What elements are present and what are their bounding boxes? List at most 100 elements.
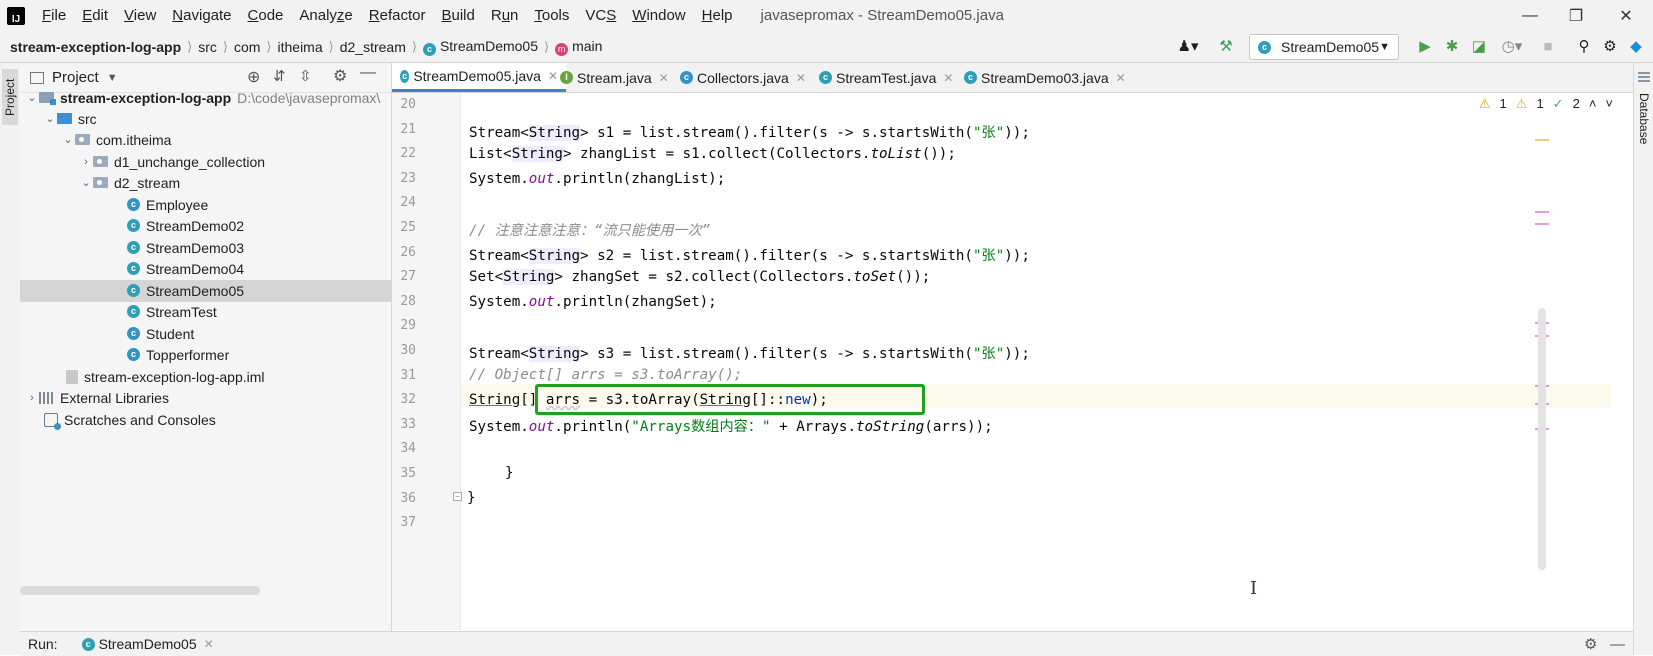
line-number: 31 (400, 367, 416, 383)
coverage-icon[interactable]: ◪ (1468, 35, 1490, 57)
collapse-all-icon[interactable]: ⇳ (299, 67, 312, 85)
minimize-icon[interactable]: — (1507, 0, 1553, 31)
tree-item-package[interactable]: ⌄ com.itheima (20, 129, 432, 151)
tab-streamdemo03[interactable]: c StreamDemo03.java ✕ (956, 63, 1134, 92)
fold-icon[interactable]: – (453, 492, 462, 501)
module-folder-icon (39, 92, 56, 106)
hide-panel-icon[interactable]: — (1610, 636, 1625, 653)
menu-item-text: iew (133, 7, 157, 24)
menu-item-mnemonic: S (606, 7, 617, 24)
menu-item[interactable]: VCS (577, 0, 624, 31)
vcs-user-icon[interactable]: ♟▾ (1172, 35, 1204, 57)
right-tool-stripe: Database (1633, 63, 1653, 655)
close-tab-icon[interactable]: ✕ (796, 71, 806, 85)
code-token: String (528, 346, 581, 362)
inspection-widget[interactable]: ⚠ 1 ⚠ 1 ✓ 2 ˄ ˅ (1479, 96, 1613, 112)
jetbrains-toolbox-icon[interactable]: ◆ (1625, 35, 1647, 57)
close-icon[interactable]: ✕ (1603, 0, 1649, 31)
tab-streamtest[interactable]: c StreamTest.java ✕ (811, 63, 961, 92)
menu-item[interactable]: Build (433, 0, 482, 31)
breadcrumb-project[interactable]: stream-exception-log-app (0, 39, 187, 55)
tree-item-scratches[interactable]: Scratches and Consoles (20, 409, 415, 431)
chevron-down-icon[interactable]: ˅ (1605, 96, 1613, 112)
tree-item-d1[interactable]: › d1_unchange_collection (20, 151, 450, 173)
menu-item[interactable]: Tools (526, 0, 577, 31)
menu-item[interactable]: Refactor (361, 0, 434, 31)
database-tool-tab[interactable]: Database (1636, 87, 1652, 151)
package-icon (93, 177, 108, 189)
error-stripe-marker[interactable] (1535, 139, 1549, 141)
tab-streamdemo05[interactable]: c StreamDemo05.java ✕ (392, 63, 566, 92)
breadcrumb-com[interactable]: com (228, 39, 266, 55)
locate-target-icon[interactable]: ⊕ (247, 67, 260, 87)
menu-item[interactable]: Analyze (291, 0, 360, 31)
search-icon[interactable]: ⚲ (1573, 35, 1595, 57)
tab-stream[interactable]: I Stream.java ✕ (552, 63, 677, 92)
gear-icon[interactable]: ⚙ (1584, 635, 1597, 653)
tab-collectors[interactable]: c Collectors.java ✕ (672, 63, 814, 92)
menu-item[interactable]: Help (694, 0, 741, 31)
breadcrumb-src[interactable]: src (192, 39, 223, 55)
menu-item[interactable]: Window (624, 0, 693, 31)
tree-item-iml[interactable]: stream-exception-log-app.iml (20, 366, 437, 388)
horizontal-scrollbar[interactable] (20, 586, 260, 595)
debug-icon[interactable]: ✱ (1441, 35, 1463, 57)
close-tab-icon[interactable]: ✕ (1116, 71, 1126, 85)
error-stripe-marker[interactable] (1535, 223, 1549, 225)
editor-tabs: c StreamDemo05.java ✕ I Stream.java ✕ c … (392, 63, 1633, 93)
project-tool-tab[interactable]: Project (2, 69, 18, 125)
breadcrumb-d2-stream[interactable]: d2_stream (334, 39, 412, 55)
menu-item[interactable]: Run (483, 0, 527, 31)
hide-panel-icon[interactable]: — (360, 64, 376, 82)
vertical-scrollbar[interactable] (1538, 308, 1546, 570)
profile-icon[interactable]: ◷▾ (1495, 35, 1529, 57)
code-token: ()); (896, 269, 931, 285)
menu-item[interactable]: Navigate (164, 0, 239, 31)
code-line-21: Stream<String> s1 = list.stream().filter… (469, 122, 1030, 142)
stop-icon[interactable]: ■ (1537, 35, 1559, 57)
settings-gear-icon[interactable]: ⚙ (1599, 35, 1621, 57)
breadcrumb-method-label: main (572, 37, 603, 54)
breadcrumb-method[interactable]: m main (549, 38, 608, 56)
runnable-class-icon: c (127, 241, 140, 255)
weak-warning-icon: ⚠ (1515, 96, 1528, 111)
line-number: 23 (400, 170, 416, 186)
code-token: .println(zhangList); (554, 171, 726, 187)
tree-item-d2[interactable]: ⌄ d2_stream (20, 172, 450, 194)
build-hammer-icon[interactable]: ⚒ (1215, 35, 1237, 57)
window-title: javasepromax - StreamDemo05.java (760, 7, 1004, 24)
runnable-class-icon: c (81, 637, 95, 651)
run-icon[interactable]: ▶ (1414, 35, 1436, 57)
menu-item[interactable]: Edit (74, 0, 116, 31)
tree-item-src[interactable]: ⌄ src (20, 108, 414, 130)
tab-label: StreamDemo03.java (981, 69, 1109, 86)
breadcrumb-class[interactable]: c StreamDemo05 (417, 38, 544, 56)
tree-item-external-libraries[interactable]: › External Libraries (20, 387, 396, 409)
expand-all-icon[interactable]: ⇵ (273, 67, 286, 85)
restore-icon[interactable]: ❐ (1553, 0, 1599, 31)
menu-item[interactable]: View (116, 0, 164, 31)
code-line-22: List<String> zhangList = s1.collect(Coll… (469, 146, 956, 162)
code-line-27: Set<String> zhangSet = s2.collect(Collec… (469, 269, 930, 285)
close-tab-icon[interactable]: ✕ (204, 637, 214, 651)
code-editor[interactable]: 20 21 22 23 24 25 26 27 28 29 30 31 32 33 34 35 36 37 – S… (392, 93, 1633, 630)
run-configuration-select[interactable]: c StreamDemo05 ▼ (1249, 34, 1399, 60)
chevron-up-icon[interactable]: ˄ (1589, 96, 1597, 112)
tab-label: StreamDemo05.java (413, 68, 541, 84)
error-stripe-marker[interactable] (1535, 211, 1549, 213)
tree-item-project-root[interactable]: ⌄ stream-exception-log-app D:\code\javas… (20, 87, 396, 109)
tab-label: Collectors.java (697, 69, 789, 86)
code-token: Stream< (469, 125, 529, 141)
close-tab-icon[interactable]: ✕ (659, 71, 669, 85)
breadcrumb-itheima[interactable]: itheima (272, 39, 329, 55)
close-tab-icon[interactable]: ✕ (943, 71, 953, 85)
run-tab-label[interactable]: StreamDemo05 (99, 636, 197, 652)
menu-item[interactable]: Code (240, 0, 292, 31)
tree-item-label: StreamDemo04 (146, 260, 245, 277)
project-panel-title[interactable]: Project (52, 69, 99, 86)
chevron-down-icon[interactable]: ▼ (107, 72, 118, 84)
gear-icon[interactable]: ⚙ (333, 66, 347, 86)
code-token: .println(zhangSet); (554, 294, 717, 310)
code-line-31: // Object[] arrs = s3.toArray(); (469, 367, 743, 383)
menu-item[interactable]: File (34, 0, 74, 31)
